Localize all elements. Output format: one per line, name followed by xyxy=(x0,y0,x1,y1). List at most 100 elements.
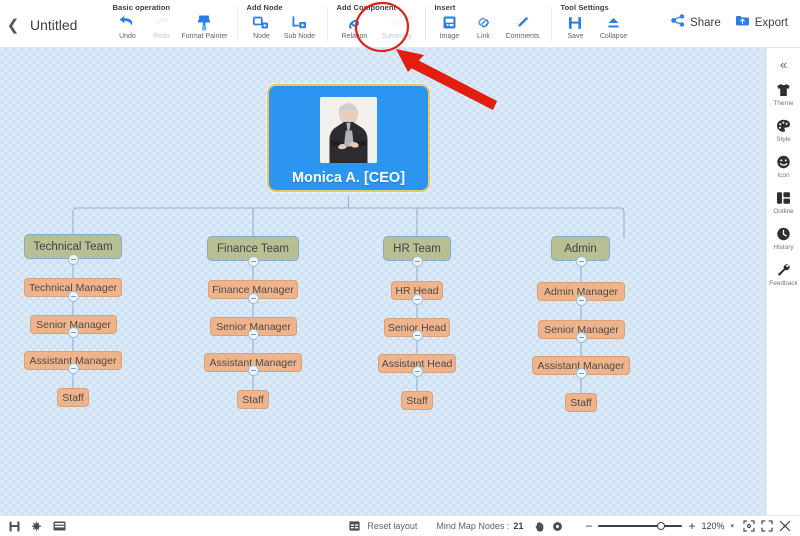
palette-icon xyxy=(776,118,791,134)
reset-layout-label[interactable]: Reset layout xyxy=(367,521,417,531)
share-label: Share xyxy=(690,16,721,29)
document-title[interactable]: Untitled xyxy=(26,0,77,47)
status-center-info: Reset layout Mind Map Nodes : 21 xyxy=(349,521,563,532)
node-label: HR Team xyxy=(393,242,441,255)
collapse-toggle[interactable] xyxy=(575,332,587,343)
export-folder-icon xyxy=(735,14,750,32)
insert-link-icon xyxy=(476,14,491,31)
collapse-toggle[interactable] xyxy=(575,255,587,267)
collapse-toggle[interactable] xyxy=(575,295,587,306)
redo-button[interactable]: Redo xyxy=(144,13,178,40)
relation-button[interactable]: Relation xyxy=(334,13,374,40)
collapse-toggle[interactable] xyxy=(247,329,259,340)
group-title-add-component: Add Component xyxy=(336,3,397,12)
insert-link-button[interactable]: Link xyxy=(466,13,500,40)
collapse-toggle[interactable] xyxy=(247,293,259,304)
zoom-level-value: 120% xyxy=(701,521,725,531)
sidebar-label-history: History xyxy=(773,244,794,251)
chevron-down-icon[interactable]: ▾ xyxy=(730,522,734,530)
center-map-icon[interactable] xyxy=(779,520,791,532)
mindmap-node-hr-staff[interactable]: Staff xyxy=(401,391,433,410)
node-label: Finance Team xyxy=(216,242,290,255)
layout-toggle-icon[interactable] xyxy=(53,521,66,531)
collapse-toggle[interactable] xyxy=(411,366,423,377)
group-title-tool-settings: Tool Settings xyxy=(560,3,609,12)
collapse-toggle[interactable] xyxy=(67,291,79,302)
save-label: Save xyxy=(567,33,584,40)
zoom-out-button[interactable]: − xyxy=(585,520,592,532)
zoom-slider-knob[interactable] xyxy=(657,522,666,530)
reset-layout-icon[interactable] xyxy=(349,521,360,531)
cloud-sync-icon[interactable] xyxy=(31,521,42,532)
collapse-toggle[interactable] xyxy=(67,363,79,374)
collapse-toggle[interactable] xyxy=(247,255,259,267)
zoom-slider[interactable] xyxy=(598,521,683,532)
summary-button[interactable]: Summary xyxy=(374,13,418,40)
collapse-toggle[interactable] xyxy=(67,253,79,265)
sidebar-item-icon[interactable]: Icon xyxy=(767,154,800,179)
collapse-icon xyxy=(606,14,621,31)
ribbon-group-tool-settings: Tool Settings Save Collapse xyxy=(551,0,641,48)
sidebar-item-theme[interactable]: Theme xyxy=(767,82,800,107)
sidebar-label-style: Style xyxy=(776,136,791,143)
mindmap-node-finance-staff[interactable]: Staff xyxy=(237,390,269,409)
node-count-label: Mind Map Nodes : xyxy=(436,521,510,531)
collapse-button[interactable]: Collapse xyxy=(592,13,634,40)
mindmap-node-technical-staff[interactable]: Staff xyxy=(57,388,89,407)
clock-icon xyxy=(776,226,791,242)
sidebar-label-outline: Outline xyxy=(773,208,794,215)
add-node-button[interactable]: Node xyxy=(244,13,278,40)
collapse-toggle[interactable] xyxy=(575,368,587,379)
pointer-dot-icon[interactable] xyxy=(552,521,563,532)
sidebar-item-history[interactable]: History xyxy=(767,226,800,251)
collapse-toggle[interactable] xyxy=(411,255,423,267)
status-left-tools xyxy=(0,521,66,532)
sidebar-label-icon: Icon xyxy=(777,172,790,179)
add-sub-node-button[interactable]: Sub Node xyxy=(278,13,320,40)
hand-icon[interactable] xyxy=(534,521,545,532)
undo-button[interactable]: Undo xyxy=(110,13,144,40)
ribbon-group-insert: Insert Image Link Comments xyxy=(425,0,551,48)
insert-comments-label: Comments xyxy=(505,33,540,40)
add-node-label: Node xyxy=(253,33,270,40)
sidebar-item-feedback[interactable]: Feedback xyxy=(767,262,800,287)
sidebar-label-theme: Theme xyxy=(773,100,794,107)
zoom-in-button[interactable]: + xyxy=(688,520,695,532)
insert-image-button[interactable]: Image xyxy=(432,13,466,40)
insert-image-icon xyxy=(442,14,457,31)
smiley-icon xyxy=(776,154,791,170)
collapse-toggle[interactable] xyxy=(411,330,423,341)
share-icon xyxy=(671,13,685,32)
double-chevron-left-icon[interactable]: « xyxy=(780,54,787,82)
format-painter-button[interactable]: Format Painter xyxy=(178,13,230,40)
collapse-toggle[interactable] xyxy=(411,294,423,305)
collapse-toggle[interactable] xyxy=(247,365,259,376)
mindmap-node-admin-staff[interactable]: Staff xyxy=(565,393,597,412)
insert-comments-button[interactable]: Comments xyxy=(500,13,544,40)
sidebar-item-style[interactable]: Style xyxy=(767,118,800,143)
fullscreen-icon[interactable] xyxy=(761,520,773,532)
mindmap-app: ❮ Untitled Basic operation Undo Redo For… xyxy=(0,0,800,536)
share-button[interactable]: Share xyxy=(671,13,721,32)
add-sub-node-icon xyxy=(291,14,307,31)
insert-comment-pencil-icon xyxy=(515,14,530,31)
back-button[interactable]: ❮ xyxy=(0,0,26,47)
node-label: Staff xyxy=(242,393,264,406)
zoom-slider-track xyxy=(598,525,683,527)
ribbon-toolbar: Basic operation Undo Redo Format Painter… xyxy=(103,0,641,47)
status-bar: Reset layout Mind Map Nodes : 21 − + 120… xyxy=(0,515,800,536)
mindmap-node-root[interactable]: Monica A. [CEO] xyxy=(267,84,430,192)
sidebar-item-outline[interactable]: Outline xyxy=(767,190,800,215)
collapse-toggle[interactable] xyxy=(67,327,79,338)
group-title-add-node: Add Node xyxy=(246,3,283,12)
export-button[interactable]: Export xyxy=(735,14,788,32)
relation-label: Relation xyxy=(341,33,368,40)
insert-image-label: Image xyxy=(439,33,460,40)
redo-arrow-icon xyxy=(153,14,170,31)
save-button[interactable]: Save xyxy=(558,13,592,40)
app-header: ❮ Untitled Basic operation Undo Redo For… xyxy=(0,0,800,48)
fit-screen-icon[interactable] xyxy=(743,520,755,532)
ribbon-group-add-component: Add Component Relation Summary xyxy=(327,0,425,48)
save-state-icon[interactable] xyxy=(9,521,20,532)
mindmap-canvas[interactable]: Monica A. [CEO] Technical Team Technical… xyxy=(0,48,800,515)
